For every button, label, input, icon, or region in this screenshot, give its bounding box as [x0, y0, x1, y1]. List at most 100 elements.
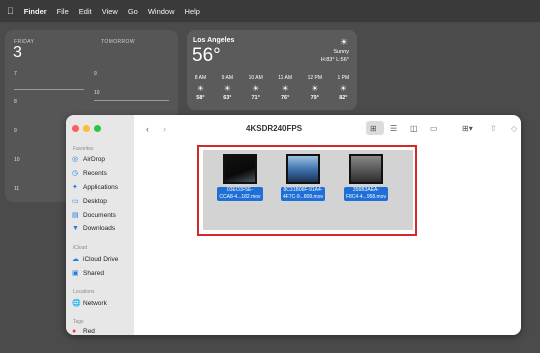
download-icon: ▼ [72, 225, 79, 232]
desktop-icon: ▭ [72, 198, 79, 205]
sidebar-item-label: Network [83, 299, 107, 307]
file-name: 356B3AEA- F8C4-4...958.mov [343, 187, 389, 201]
calendar-hour: 11 [14, 186, 20, 192]
clock-icon: ◷ [72, 170, 79, 177]
sidebar-item-airdrop[interactable]: ◎ AirDrop [72, 155, 106, 164]
hour-time: 1 PM [337, 75, 350, 81]
hour-time: 10 AM [248, 75, 263, 81]
sidebar-item-network[interactable]: 🌐 Network [72, 299, 107, 308]
sun-icon: ☀ [339, 37, 348, 47]
calendar-date: 3 [13, 44, 22, 61]
list-view-icon[interactable]: ☰ [390, 124, 397, 133]
sun-icon: ☀ [252, 84, 260, 93]
menu-view[interactable]: View [102, 7, 118, 16]
calendar-hour: 7 [14, 71, 17, 77]
icon-view-icon[interactable]: ⊞ [370, 124, 377, 133]
menu-go[interactable]: Go [128, 7, 138, 16]
calendar-hour: 9 [94, 71, 97, 77]
column-view-icon[interactable]: ◫ [410, 124, 418, 133]
hour-time: 11 AM [278, 75, 293, 81]
sun-icon: ☀ [281, 84, 289, 93]
sun-icon: ☀ [311, 84, 319, 93]
hour-time: 12 PM [307, 75, 323, 81]
sidebar-item-label: Downloads [83, 225, 116, 232]
window-controls [72, 125, 105, 132]
weather-hour: 1 PM ☀ 82° [338, 75, 350, 101]
forward-icon[interactable]: › [163, 124, 166, 134]
menu-help[interactable]: Help [185, 7, 200, 16]
menu-edit[interactable]: Edit [79, 7, 92, 16]
file-name: 8C31B06F-91A4- 4F7C-9...809.mov [280, 187, 326, 201]
sidebar-item-label: Applications [83, 183, 119, 191]
zoom-button[interactable] [94, 125, 101, 132]
file-item[interactable]: 8C31B06F-91A4- 4F7C-9...809.mov [268, 154, 338, 201]
file-item[interactable]: 356B3AEA- F8C4-4...958.mov [331, 154, 401, 201]
sidebar-item-applications[interactable]: ✦ Applications [72, 183, 119, 192]
weather-hour: 9 AM ☀ 63° [222, 75, 233, 101]
hour-time: 9 AM [221, 75, 234, 81]
hour-temp: 71° [251, 95, 260, 101]
weather-city: Los Angeles [193, 37, 235, 44]
gallery-view-icon[interactable]: ▭ [430, 124, 438, 133]
calendar-now-line [14, 89, 84, 90]
shared-folder-icon: ▣ [72, 270, 79, 277]
sun-icon: ☀ [339, 84, 347, 93]
menu-file[interactable]: File [57, 7, 69, 16]
weather-hourly: 8 AM ☀ 58° 9 AM ☀ 63° 10 AM ☀ 71° 11 AM ☀ 76° 12… [187, 75, 357, 101]
video-thumbnail [349, 154, 383, 184]
calendar-tomorrow-label: TOMORROW [101, 39, 135, 45]
sidebar-item-label: iCloud Drive [83, 255, 119, 263]
weather-high-low: H:83° L:56° [320, 57, 349, 63]
sun-icon: ☀ [196, 84, 205, 93]
sidebar-item-shared[interactable]: ▣ Shared [72, 269, 104, 278]
tag-icon[interactable]: ◇ [511, 124, 517, 133]
weather-hour: 11 AM ☀ 76° [278, 75, 292, 101]
hour-temp: 79° [310, 95, 319, 101]
finder-content: ‹ › 4KSDR240FPS ⊞ ☰ ◫ ▭ ⊞▾ ⇧ ◇ ⋯▾ ⚲ 03EC… [134, 115, 521, 335]
sidebar-item-label: AirDrop [83, 155, 106, 163]
hour-temp: 76° [280, 95, 290, 101]
sidebar-item-desktop[interactable]: ▭ Desktop [72, 197, 107, 206]
sidebar-item-recents[interactable]: ◷ Recents [72, 169, 107, 178]
back-icon[interactable]: ‹ [146, 124, 149, 134]
calendar-hour: 8 [14, 99, 17, 105]
sidebar-item-label: Recents [83, 169, 107, 177]
sidebar-item-label: Documents [83, 211, 116, 219]
calendar-hour: 10 [14, 157, 20, 163]
hour-temp: 82° [339, 95, 348, 101]
calendar-hour: 9 [14, 128, 17, 134]
sidebar-section-tags: Tags [73, 319, 84, 325]
red-tag-icon: ● [72, 328, 77, 335]
weather-condition: Sunny [333, 49, 349, 55]
calendar-divider [94, 100, 169, 101]
sidebar-section-favorites: Favorites [73, 146, 94, 152]
applications-icon: ✦ [72, 184, 78, 191]
sidebar-item-tag-red[interactable]: ● Red [72, 328, 95, 335]
minimize-button[interactable] [83, 125, 90, 132]
file-item[interactable]: 03EC0F5E- CCA8-4...182.mov [205, 154, 275, 201]
video-thumbnail [223, 154, 257, 184]
hour-time: 8 AM [194, 75, 207, 81]
sun-icon: ☀ [223, 84, 231, 93]
menu-finder[interactable]: Finder [24, 7, 47, 16]
document-icon: ▤ [72, 212, 79, 219]
sidebar-item-label: Red [83, 328, 95, 335]
close-button[interactable] [72, 125, 79, 132]
apple-menu-icon[interactable]:  [7, 6, 14, 16]
sidebar-item-documents[interactable]: ▤ Documents [72, 211, 116, 220]
share-icon[interactable]: ⇧ [490, 124, 497, 133]
cloud-icon: ☁ [72, 256, 79, 263]
weather-hour: 12 PM ☀ 79° [308, 75, 322, 101]
sidebar-item-downloads[interactable]: ▼ Downloads [72, 225, 115, 232]
weather-hour: 10 AM ☀ 71° [249, 75, 263, 101]
sidebar-section-icloud: iCloud [73, 245, 88, 251]
network-icon: 🌐 [72, 300, 81, 307]
menu-window[interactable]: Window [148, 7, 175, 16]
sidebar-item-icloud-drive[interactable]: ☁ iCloud Drive [72, 255, 119, 264]
weather-hour: 8 AM ☀ 58° [195, 75, 206, 101]
weather-widget[interactable]: Los Angeles 56° ☀ Sunny H:83° L:56° 8 AM… [187, 30, 357, 110]
sidebar-section-locations: Locations [73, 289, 95, 295]
group-icon[interactable]: ⊞▾ [462, 124, 473, 133]
folder-title: 4KSDR240FPS [246, 124, 303, 133]
calendar-hour: 10 [94, 90, 100, 96]
